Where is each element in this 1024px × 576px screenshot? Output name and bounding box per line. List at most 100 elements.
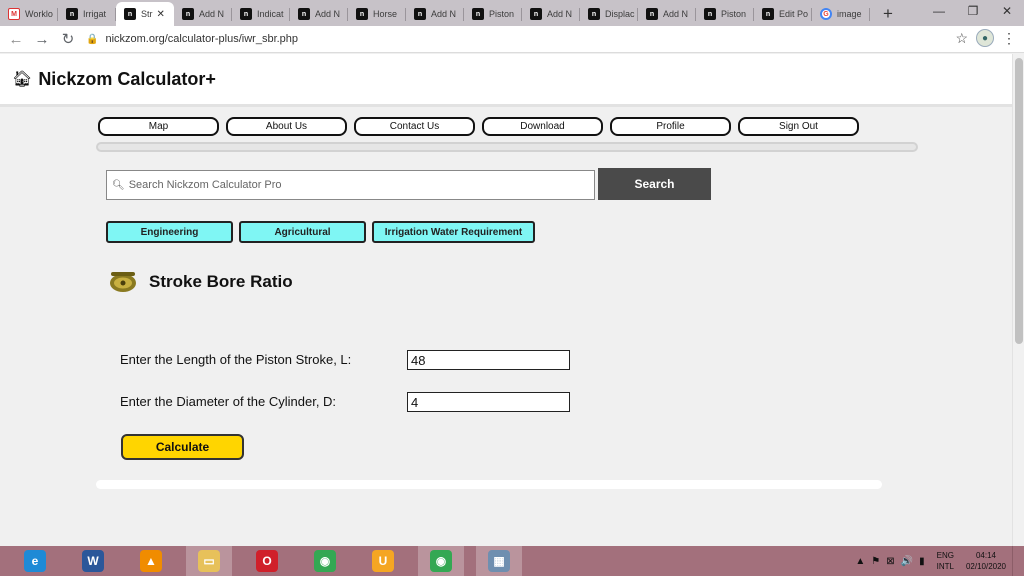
volume-icon[interactable]: 🔊 — [901, 556, 913, 567]
profile-avatar[interactable]: ● — [976, 29, 994, 47]
nickzom-icon: n — [472, 8, 484, 20]
back-button[interactable]: ← — [4, 27, 28, 51]
new-tab-button[interactable]: + — [876, 2, 900, 26]
minimize-button[interactable]: — — [922, 0, 956, 22]
address-bar[interactable]: 🔒 nickzom.org/calculator-plus/iwr_sbr.ph… — [86, 28, 1016, 51]
breadcrumb-agricultural[interactable]: Agricultural — [239, 221, 366, 243]
taskbar-app[interactable]: O — [244, 546, 290, 576]
bookmark-star-icon[interactable]: ☆ — [955, 30, 968, 47]
taskbar-app[interactable]: ◉ — [418, 546, 464, 576]
nickzom-icon: n — [298, 8, 310, 20]
browser-tab[interactable]: Gimage — [812, 2, 870, 26]
arrow-left-icon: ← — [8, 30, 24, 48]
nav-about-us[interactable]: About Us — [226, 117, 347, 136]
search-input[interactable]: 🔍︎ Search Nickzom Calculator Pro — [106, 170, 595, 200]
browser-tab[interactable]: n Horse — [348, 2, 406, 26]
search-button[interactable]: Search — [598, 168, 711, 200]
browser-tab[interactable]: M Worklo — [0, 2, 58, 26]
tab-label: Add N — [315, 9, 341, 19]
nav-divider-bar — [96, 142, 918, 152]
browser-tab[interactable]: n Piston — [696, 2, 754, 26]
nickzom-icon: n — [356, 8, 368, 20]
calculator-category-icon — [108, 268, 138, 296]
vlc-icon: ▲ — [140, 550, 162, 572]
chrome-icon: ◉ — [314, 550, 336, 572]
browser-tab[interactable]: n Piston — [464, 2, 522, 26]
nav-sign-out[interactable]: Sign Out — [738, 117, 859, 136]
action-center-icon[interactable]: ⊠ — [886, 556, 894, 567]
system-tray: ▲ ⚑ ⊠ 🔊 ▮ ENG INTL 04:14 02/10/2020 — [855, 546, 1024, 576]
page-scrollbar[interactable] — [1012, 54, 1024, 546]
reload-icon: ↻ — [61, 31, 75, 48]
calculator-icon: ▦ — [488, 550, 510, 572]
nickzom-icon: n — [704, 8, 716, 20]
taskbar-app[interactable]: ▲ — [128, 546, 174, 576]
nickzom-icon: n — [414, 8, 426, 20]
browser-tab[interactable]: n Edit Po — [754, 2, 812, 26]
restore-button[interactable]: ❐ — [956, 0, 990, 22]
address-url: nickzom.org/calculator-plus/iwr_sbr.php — [105, 33, 299, 45]
close-window-button[interactable]: ✕ — [990, 0, 1024, 22]
lock-icon: 🔒 — [86, 33, 99, 45]
nav-download[interactable]: Download — [482, 117, 603, 136]
result-panel — [96, 480, 882, 489]
calculator-header: Stroke Bore Ratio — [108, 268, 293, 296]
browser-tab[interactable]: n Irrigat — [58, 2, 116, 26]
stroke-length-label: Enter the Length of the Piston Stroke, L… — [120, 352, 352, 367]
nav-contact-us[interactable]: Contact Us — [354, 117, 475, 136]
window-controls: — ❐ ✕ — [922, 0, 1024, 26]
reload-button[interactable]: ↻ — [56, 27, 80, 51]
battery-icon[interactable]: ▮ — [919, 556, 925, 567]
breadcrumb: Engineering Agricultural Irrigation Wate… — [106, 221, 535, 243]
browser-tab[interactable]: n Add N — [522, 2, 580, 26]
browser-tab[interactable]: n Displac — [580, 2, 638, 26]
browser-tab[interactable]: n Str ✕ — [116, 2, 174, 26]
site-title[interactable]: Nickzom Calculator+ — [38, 69, 216, 90]
breadcrumb-irrigation-water-requirement[interactable]: Irrigation Water Requirement — [372, 221, 535, 243]
chrome-icon: ◉ — [430, 550, 452, 572]
clock[interactable]: 04:14 02/10/2020 — [966, 550, 1006, 572]
calculate-button[interactable]: Calculate — [121, 434, 244, 460]
windows-taskbar: e W ▲ ▭ O ◉ U ◉ ▦ ▲ ⚑ ⊠ 🔊 ▮ ENG INTL 04:14 02/10/202… — [0, 546, 1024, 576]
browser-tab[interactable]: n Add N — [290, 2, 348, 26]
opera-icon: O — [256, 550, 278, 572]
scrollbar-thumb[interactable] — [1015, 58, 1023, 344]
word-icon: W — [82, 550, 104, 572]
search-placeholder: Search Nickzom Calculator Pro — [128, 179, 282, 191]
network-flag-icon[interactable]: ⚑ — [871, 556, 880, 567]
tab-label: Displac — [605, 9, 635, 19]
browser-menu-icon[interactable]: ⋮ — [1002, 30, 1016, 47]
nickzom-icon: n — [646, 8, 658, 20]
close-tab-icon[interactable]: ✕ — [157, 9, 165, 20]
tab-label: Horse — [373, 9, 398, 19]
taskbar-app[interactable]: W — [70, 546, 116, 576]
browser-tab[interactable]: n Add N — [174, 2, 232, 26]
browser-tab[interactable]: n Add N — [406, 2, 464, 26]
language-indicator[interactable]: ENG INTL — [937, 550, 954, 572]
home-icon[interactable]: 🏠︎ — [12, 69, 32, 89]
taskbar-app[interactable]: ◉ — [302, 546, 348, 576]
taskbar-app[interactable]: ▭ — [186, 546, 232, 576]
browser-tab[interactable]: n Indicat — [232, 2, 290, 26]
taskbar-app[interactable]: e — [12, 546, 58, 576]
tab-label: Add N — [431, 9, 457, 19]
show-desktop-button[interactable] — [1012, 546, 1016, 576]
browser-tab-strip: M Worklo n Irrigat n Str ✕ n Add N n Indicat n Add N… — [0, 0, 1024, 26]
nav-profile[interactable]: Profile — [610, 117, 731, 136]
taskbar-app[interactable]: ▦ — [476, 546, 522, 576]
stroke-length-input[interactable]: 48 — [407, 350, 570, 370]
tab-label: Piston — [489, 9, 515, 19]
breadcrumb-engineering[interactable]: Engineering — [106, 221, 233, 243]
page-title: Stroke Bore Ratio — [149, 272, 293, 291]
taskbar-app[interactable]: U — [360, 546, 406, 576]
browser-tab[interactable]: n Add N — [638, 2, 696, 26]
nickzom-icon: n — [124, 8, 136, 20]
search-icon: 🔍︎ — [112, 179, 125, 191]
nav-map[interactable]: Map — [98, 117, 219, 136]
forward-button[interactable]: → — [30, 27, 54, 51]
cylinder-diameter-input[interactable]: 4 — [407, 392, 570, 412]
show-hidden-icons-icon[interactable]: ▲ — [855, 556, 865, 567]
tab-label: Add N — [199, 9, 225, 19]
tab-label: Str — [141, 9, 153, 19]
tab-label: Indicat — [257, 9, 284, 19]
